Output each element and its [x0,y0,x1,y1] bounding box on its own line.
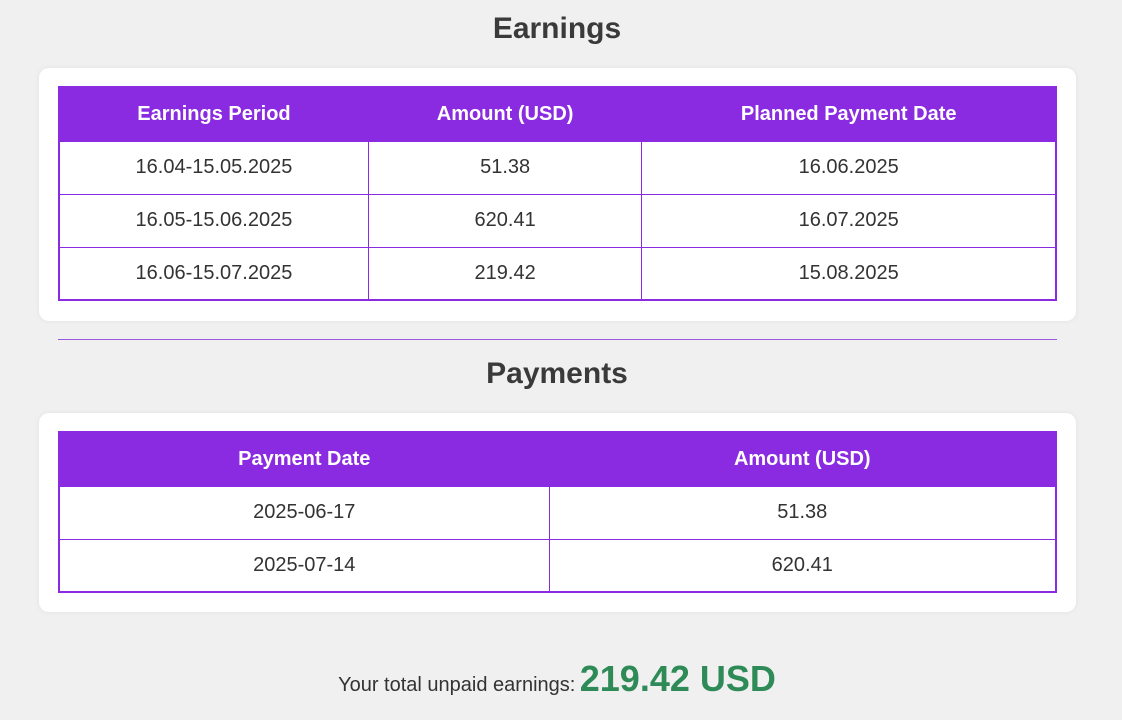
section-divider [58,339,1057,340]
table-row: 2025-07-14 620.41 [58,538,1057,593]
payments-table: Payment Date Amount (USD) 2025-06-17 51.… [58,431,1057,593]
earnings-page: Earnings Earnings Period Amount (USD) Pl… [0,0,1122,720]
earnings-period-cell: 16.05-15.06.2025 [58,193,369,248]
earnings-table: Earnings Period Amount (USD) Planned Pay… [58,86,1057,301]
total-unpaid-earnings: Your total unpaid earnings: 219.42 USD [0,658,1114,700]
planned-payment-date-cell: 16.07.2025 [641,193,1057,248]
payment-date-cell: 2025-06-17 [58,485,550,540]
earnings-header-row: Earnings Period Amount (USD) Planned Pay… [58,86,1057,142]
table-row: 16.04-15.05.2025 51.38 16.06.2025 [58,140,1057,195]
total-unpaid-value: 219.42 USD [579,658,776,699]
column-header-payment-date: Payment Date [58,431,550,487]
table-row: 16.05-15.06.2025 620.41 16.07.2025 [58,193,1057,248]
earnings-period-cell: 16.04-15.05.2025 [58,140,369,195]
column-header-earnings-period: Earnings Period [58,86,369,142]
payments-title: Payments [486,357,628,390]
amount-cell: 51.38 [367,140,643,195]
planned-payment-date-cell: 16.06.2025 [641,140,1057,195]
amount-cell: 51.38 [548,485,1057,540]
table-row: 2025-06-17 51.38 [58,485,1057,540]
column-header-amount: Amount (USD) [548,431,1057,487]
table-row: 16.06-15.07.2025 219.42 15.08.2025 [58,246,1057,301]
amount-cell: 219.42 [367,246,643,301]
payments-header-row: Payment Date Amount (USD) [58,431,1057,487]
amount-cell: 620.41 [548,538,1057,593]
column-header-planned-payment-date: Planned Payment Date [641,86,1057,142]
total-unpaid-label: Your total unpaid earnings: [338,674,576,696]
earnings-card: Earnings Period Amount (USD) Planned Pay… [39,68,1076,321]
planned-payment-date-cell: 15.08.2025 [641,246,1057,301]
payments-card: Payment Date Amount (USD) 2025-06-17 51.… [39,413,1076,612]
amount-cell: 620.41 [367,193,643,248]
earnings-title: Earnings [492,12,622,45]
payment-date-cell: 2025-07-14 [58,538,550,593]
column-header-amount: Amount (USD) [367,86,643,142]
earnings-period-cell: 16.06-15.07.2025 [58,246,369,301]
